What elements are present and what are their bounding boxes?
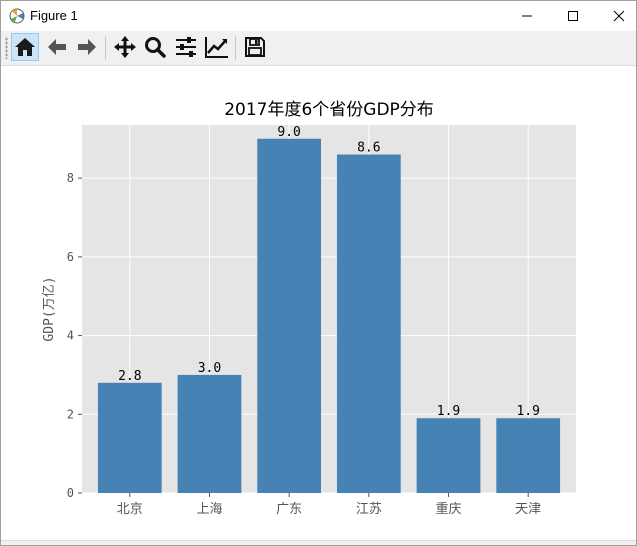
figure-canvas[interactable]: 0 2 4 6 8 北京 上海 广东 江苏 重庆 天津 2.8 3.0 9.0 8.6 1.9 1.9 20… — [1, 66, 636, 542]
y-tick-label: 2 — [67, 407, 74, 421]
move-icon — [114, 36, 136, 58]
arrow-left-icon — [48, 39, 66, 55]
y-tick-label: 6 — [67, 250, 74, 264]
bar[interactable] — [257, 138, 322, 493]
forward-button[interactable] — [73, 33, 101, 61]
bar[interactable] — [177, 374, 242, 493]
window-title: Figure 1 — [30, 8, 78, 23]
y-tick-label: 4 — [67, 329, 74, 343]
bar-value-label: 2.8 — [118, 369, 141, 384]
save-button[interactable] — [241, 33, 269, 61]
y-axis-label: GDP(万亿) — [42, 276, 57, 341]
bar-value-label: 1.9 — [437, 404, 460, 419]
bar[interactable] — [336, 154, 401, 493]
y-tick-label: 0 — [67, 486, 74, 500]
bar-value-label: 1.9 — [516, 404, 539, 419]
bar-value-label: 8.6 — [357, 141, 380, 156]
x-tick-label: 上海 — [196, 502, 222, 517]
x-tick-label: 重庆 — [436, 501, 462, 517]
y-tick-label: 8 — [67, 171, 74, 185]
x-tick-label: 天津 — [515, 502, 541, 517]
floppy-disk-icon — [245, 37, 265, 57]
chart-title: 2017年度6个省份GDP分布 — [224, 100, 434, 120]
bar-value-label: 9.0 — [277, 125, 300, 140]
toolbar-grip[interactable] — [5, 37, 8, 59]
bar[interactable] — [496, 418, 561, 493]
close-button[interactable] — [596, 1, 637, 31]
close-icon — [613, 10, 625, 22]
y-axis: 0 2 4 6 8 — [67, 171, 82, 500]
x-tick-label: 江苏 — [356, 501, 382, 517]
bar[interactable] — [97, 382, 162, 493]
figure-window: Figure 1 0 2 4 6 8 北京 上海 广东 江苏 重庆 天津 2.8… — [0, 0, 637, 546]
arrow-right-icon — [78, 39, 96, 55]
back-button[interactable] — [43, 33, 71, 61]
toolbar-separator — [105, 36, 106, 60]
minimize-icon — [522, 15, 532, 17]
home-button[interactable] — [11, 33, 39, 61]
pan-button[interactable] — [111, 33, 139, 61]
maximize-icon — [568, 11, 578, 21]
matplotlib-app-icon — [9, 8, 25, 24]
x-tick-label: 北京 — [117, 502, 143, 517]
x-tick-label: 广东 — [276, 502, 302, 517]
status-bar — [1, 540, 636, 545]
configure-subplots-button[interactable] — [172, 33, 200, 61]
edit-axis-button[interactable] — [203, 33, 231, 61]
maximize-button[interactable] — [550, 1, 596, 31]
home-icon — [15, 38, 35, 56]
navigation-toolbar — [1, 31, 636, 66]
sliders-icon — [176, 37, 196, 57]
bar-value-label: 3.0 — [198, 361, 221, 376]
toolbar-separator — [235, 36, 236, 60]
minimize-button[interactable] — [504, 1, 550, 31]
zoom-button[interactable] — [141, 33, 169, 61]
title-bar[interactable]: Figure 1 — [1, 1, 636, 31]
x-axis: 北京 上海 广东 江苏 重庆 天津 — [117, 493, 541, 517]
bar[interactable] — [416, 418, 481, 493]
line-chart-icon — [205, 37, 228, 58]
magnifier-icon — [145, 37, 166, 58]
